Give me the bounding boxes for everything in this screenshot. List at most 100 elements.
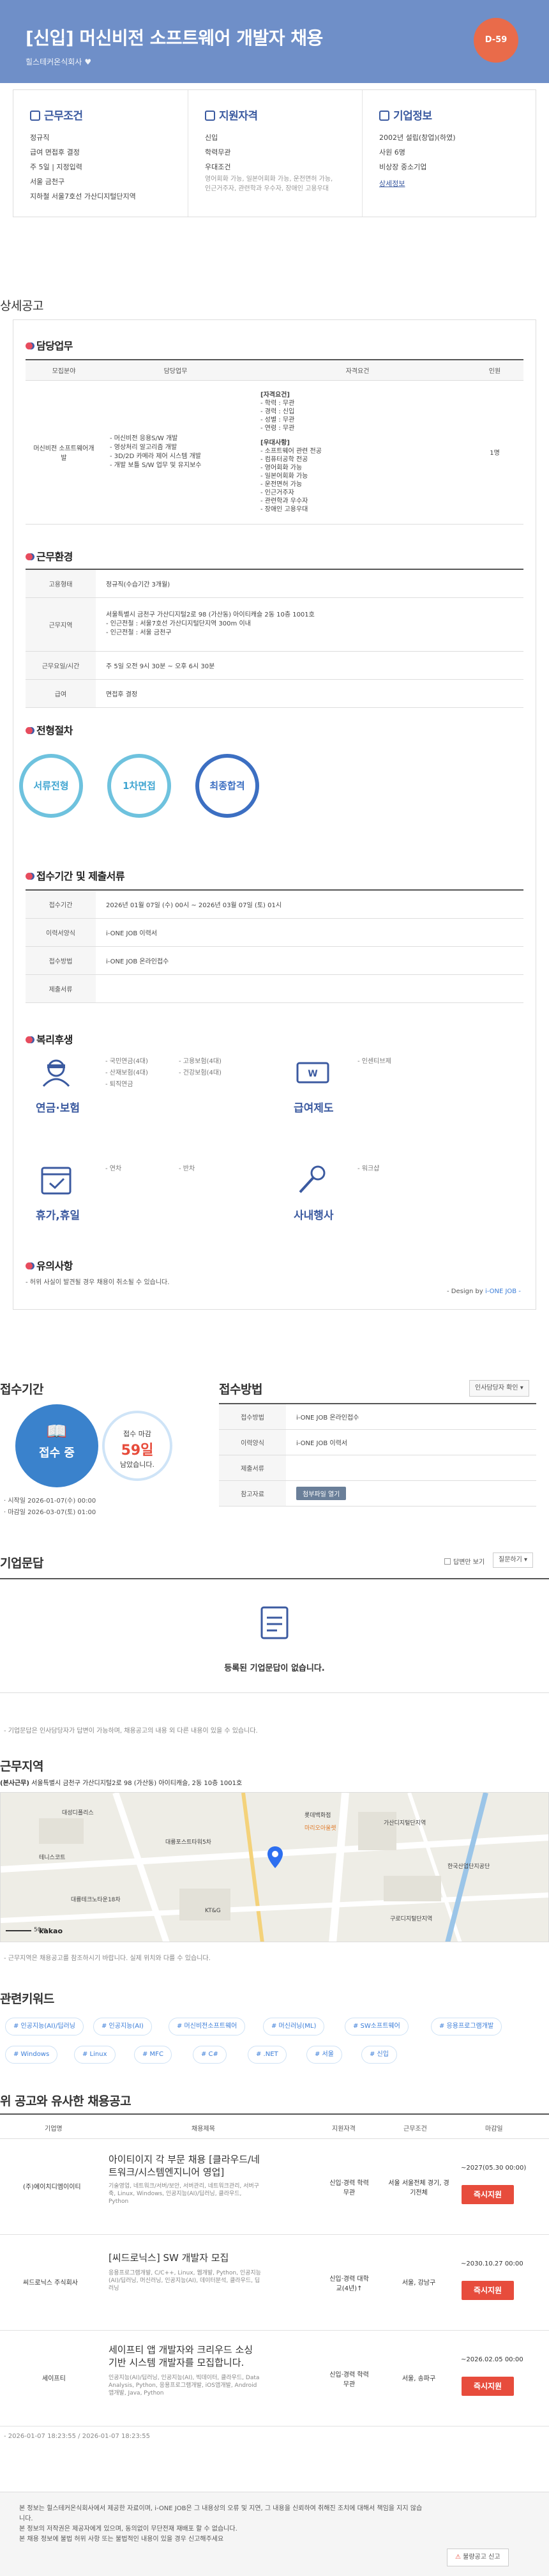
env-address: 서울특별시 금천구 가산디지털2로 98 (가산동) 아이티캐슬 2동 10층 … bbox=[106, 611, 315, 618]
footer-line: 본 정보는 힐스테커온식회사에서 제공한 자료이며, i-ONE JOB은 그 … bbox=[19, 2505, 423, 2522]
related-row[interactable]: 씨드로닉스 주식회사 [씨드로닉스] SW 개발자 모집 응용프로그램개발, C… bbox=[0, 2235, 549, 2331]
keyword-tag[interactable]: # 인공지능(AI) bbox=[93, 2018, 152, 2035]
location-map[interactable]: 대성디폴리스 대륭포스트타워5차 롯데백화점 마리오아울렛 가산디지털단지역 테… bbox=[0, 1792, 549, 1942]
quick-apply-button[interactable]: 즉시지원 bbox=[462, 2185, 514, 2204]
quick-apply-button[interactable]: 즉시지원 bbox=[462, 2281, 514, 2300]
heart-icon[interactable]: ♥ bbox=[84, 57, 91, 66]
design-by-link[interactable]: i-ONE JOB - bbox=[485, 1288, 521, 1295]
apply-status: 접수 중 bbox=[39, 1446, 75, 1460]
report-button[interactable]: ⚠ 불량공고 신고 bbox=[447, 2549, 509, 2566]
map-label: 한국산업단지공단 bbox=[447, 1864, 490, 1870]
keyword-tag[interactable]: # MFC bbox=[134, 2046, 172, 2064]
env-value: 주 5일 오전 9시 30분 ~ 오후 6시 30분 bbox=[96, 651, 523, 680]
duties-header-req: 자격요건 bbox=[249, 360, 466, 381]
application-table: 접수기간 2026년 01월 07일 (수) 00시 ~ 2026년 03월 07… bbox=[26, 889, 523, 1003]
footer-lines: 본 정보는 힐스테커온식회사에서 제공한 자료이며, i-ONE JOB은 그 … bbox=[19, 2504, 428, 2545]
related-row[interactable]: (주)에이치디엠이이티 아이티이지 각 부문 채용 [클라우드/네트워크/시스템… bbox=[0, 2139, 549, 2235]
section-dot-icon bbox=[26, 1262, 33, 1269]
duties-header-field: 모집분야 bbox=[26, 360, 102, 381]
attachment-button[interactable]: 첨부파일 열기 bbox=[296, 1486, 347, 1500]
duties-table: 모집분야 담당업무 자격요건 인원 머신비전 소프트웨어개발 - 머신비전 응용… bbox=[26, 359, 523, 525]
qna-ask-label[interactable]: 질문하기 bbox=[499, 1556, 522, 1563]
checkbox[interactable] bbox=[444, 1558, 451, 1565]
env-subway: - 인근전철 : 서울7호선 가산디지털단지역 300m 이내 bbox=[106, 620, 251, 627]
related-row[interactable]: 세이프티 세이프티 앱 개발자와 크리우드 소싱 기반 시스템 개발자를 모집합… bbox=[0, 2331, 549, 2426]
keyword-tag[interactable]: # Windows bbox=[5, 2046, 58, 2064]
related-company[interactable]: 씨드로닉스 주식회사 bbox=[23, 2277, 78, 2287]
benefit-item: - 국민연금(4대) bbox=[105, 1058, 148, 1065]
qna-note: - 기업문답은 인사담당자가 답변이 가능하며, 채용공고의 내용 외 다른 내… bbox=[4, 1728, 258, 1735]
print-button-label[interactable]: 인사담당자 확인 bbox=[475, 1384, 518, 1392]
condition-subway: 지하철 서울7호선 가산디지털단지역 bbox=[30, 192, 136, 201]
qna-title: 기업문답 bbox=[0, 1556, 43, 1570]
related-title-link[interactable]: [씨드로닉스] SW 개발자 모집 bbox=[109, 2251, 262, 2264]
keyword-tag[interactable]: # SW소프트웨어 bbox=[345, 2018, 409, 2035]
deadline-label: 접수 마감 bbox=[123, 1430, 151, 1438]
benefits-title: 복리후생 bbox=[26, 1031, 73, 1046]
section-dot-icon bbox=[26, 873, 33, 880]
report-button-label[interactable]: 불량공고 신고 bbox=[463, 2554, 500, 2561]
related-header-title: 채용제목 bbox=[192, 2126, 215, 2133]
keyword-tag[interactable]: # 머신러닝(ML) bbox=[263, 2018, 325, 2035]
print-button[interactable]: 인사담당자 확인 ▾ bbox=[469, 1380, 529, 1397]
benefit-label-event: 사내행사 bbox=[294, 1209, 334, 1222]
keyword-tag[interactable]: # 신입 bbox=[361, 2046, 397, 2064]
quick-apply-label[interactable]: 즉시지원 bbox=[474, 2382, 502, 2391]
env-label: 급여 bbox=[26, 679, 96, 708]
qna-ask-button[interactable]: 질문하기 ▾ bbox=[493, 1552, 534, 1568]
job-header: [신입] 머신비전 소프트웨어 개발자 채용 힐스테커온식회사 ♥ D-59 bbox=[0, 0, 549, 83]
keyword-tag[interactable]: # 서울 bbox=[306, 2046, 342, 2064]
conditions-title: 근무조건 bbox=[44, 110, 83, 123]
environment-table: 고용형태 정규직(수습기간 3개월) 근무지역 서울특별시 금천구 가산디지털2로 … bbox=[26, 569, 523, 708]
keyword-tag[interactable]: # 인공지능(AI)/딥러닝 bbox=[5, 2018, 84, 2035]
job-title: [신입] 머신비전 소프트웨어 개발자 채용 bbox=[26, 27, 323, 49]
keyword-tag[interactable]: # Linux bbox=[74, 2046, 116, 2064]
process-step: 1차면접 bbox=[107, 754, 171, 818]
location-address-line: (본사근무) 서울특별시 금천구 가산디지털2로 98 (가산동) 아이티캐슬,… bbox=[0, 1777, 242, 1787]
related-title-link[interactable]: 세이프티 앱 개발자와 크리우드 소싱 기반 시스템 개발자를 모집합니다. bbox=[109, 2343, 262, 2369]
location-title: 근무지역 bbox=[0, 1759, 43, 1774]
apply-period-title: 접수기간 bbox=[0, 1383, 43, 1397]
notice-title: 유의사항 bbox=[26, 1257, 73, 1273]
pref-item: - 컴퓨터공학 전공 bbox=[260, 456, 308, 463]
environment-title: 근무환경 bbox=[26, 548, 73, 564]
keyword-tag[interactable]: # C# bbox=[193, 2046, 227, 2064]
related-title-link[interactable]: 아이티이지 각 부문 채용 [클라우드/네트워크/시스템엔지니어 영업] bbox=[109, 2153, 262, 2179]
notice-title-text: 유의사항 bbox=[36, 1260, 73, 1272]
keyword-tag[interactable]: # .NET bbox=[248, 2046, 287, 2064]
keyword-tag[interactable]: # 머신비전소프트웨어 bbox=[169, 2018, 246, 2035]
method-label: 참고자료 bbox=[219, 1480, 286, 1506]
empty-document-icon bbox=[260, 1606, 289, 1639]
quick-apply-label[interactable]: 즉시지원 bbox=[474, 2286, 502, 2295]
summary-card: 근무조건 정규직 급여 면접후 결정 주 5일 | 지정입력 서울 금천구 지하… bbox=[13, 89, 536, 217]
related-title: 위 공고와 유사한 채용공고 bbox=[0, 2094, 132, 2108]
related-qual: 신입·경력 학력무관 bbox=[329, 2180, 369, 2196]
related-qual: 신입·경력 학력무관 bbox=[329, 2372, 369, 2388]
related-header-company: 기업명 bbox=[45, 2126, 63, 2133]
quick-apply-label[interactable]: 즉시지원 bbox=[474, 2190, 502, 2199]
company-name[interactable]: 힐스테커온식회사 ♥ bbox=[26, 56, 91, 67]
qna-answer-only[interactable]: 답변만 보기 bbox=[444, 1556, 485, 1566]
company-detail-link[interactable]: 상세정보 bbox=[379, 178, 405, 188]
related-cond: 서울, 송파구 bbox=[402, 2375, 436, 2382]
related-company[interactable]: 세이프티 bbox=[42, 2373, 66, 2382]
company-info-title: 기업정보 bbox=[393, 110, 432, 123]
quick-apply-button[interactable]: 즉시지원 bbox=[462, 2377, 514, 2396]
duties-task: - 3D/2D 카메라 제어 시스템 개발 bbox=[110, 452, 201, 460]
map-label: 구로디지털단지역 bbox=[390, 1916, 433, 1922]
app-label: 제출서류 bbox=[26, 974, 96, 1003]
environment-title-text: 근무환경 bbox=[36, 551, 73, 563]
duties-count: 1명 bbox=[466, 380, 523, 525]
pref-head: [우대사항] bbox=[260, 439, 290, 447]
related-header-cond: 근무조건 bbox=[403, 2126, 427, 2133]
benefit-label-pension: 연금·보험 bbox=[36, 1102, 80, 1115]
related-header: 기업명 채용제목 지원자격 근무조건 마감일 bbox=[0, 2113, 549, 2139]
person-icon bbox=[205, 111, 215, 121]
related-company[interactable]: (주)에이치디엠이이티 bbox=[23, 2181, 81, 2191]
duties-task: - 개발 보틀 S/W 업무 및 유지보수 bbox=[110, 461, 202, 469]
duties-task: - 영상처리 알고리즘 개발 bbox=[110, 443, 177, 451]
qna-check-label[interactable]: 답변만 보기 bbox=[453, 1559, 485, 1566]
company-name-text[interactable]: 힐스테커온식회사 bbox=[26, 57, 82, 66]
keyword-tag[interactable]: # 응용프로그램개발 bbox=[431, 2018, 502, 2035]
pref-item: - 인근거주자 bbox=[260, 489, 294, 496]
